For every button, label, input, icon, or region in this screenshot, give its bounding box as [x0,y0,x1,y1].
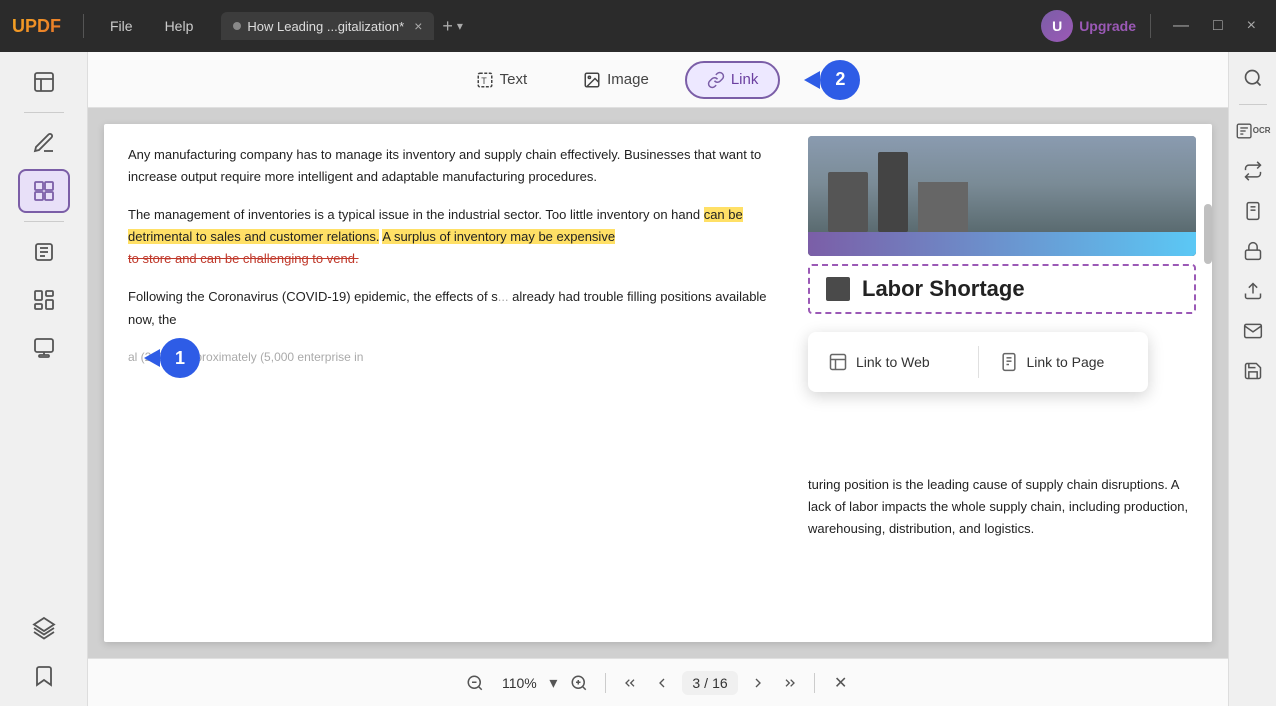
last-page-btn[interactable] [778,671,802,695]
link-dropdown-menu: Link to Web [808,332,1148,392]
zoom-out-btn[interactable] [461,669,489,697]
bottom-separator-2 [814,673,815,693]
labor-shortage-text: Labor Shortage [862,276,1025,302]
highlight-yellow-2: A surplus of inventory may be expensive [382,229,615,244]
sidebar-item-edit[interactable] [18,169,70,213]
sidebar-item-layers[interactable] [18,606,70,650]
callout-2-badge: 2 [820,60,860,100]
labor-shortage-container: Labor Shortage 3 [808,264,1196,314]
page-image [808,136,1196,256]
page-total: 16 [712,675,728,691]
zoom-value: 110% [497,675,541,691]
image-gradient-bar [808,232,1196,256]
menu-file[interactable]: File [98,12,145,40]
paragraph-4: al (2023), approximately (5,000 enterpri… [128,347,768,367]
divider-1 [83,14,84,38]
paragraph-3: Following the Coronavirus (COVID-19) epi… [128,286,768,330]
right-email-icon[interactable] [1235,313,1271,349]
right-divider-1 [1239,104,1267,105]
image-tool-label: Image [607,71,649,88]
sidebar-item-stamp[interactable] [18,326,70,370]
link-to-web-option[interactable]: Link to Web [808,340,978,384]
tab-dropdown-btn[interactable]: ▾ [457,19,463,33]
callout-1-arrow [144,349,160,367]
page-number-display: 3 / 16 [682,671,737,695]
menu-help[interactable]: Help [153,12,206,40]
page-inner: Any manufacturing company has to manage … [104,124,1212,642]
tab-close-btn[interactable]: × [414,18,422,34]
sidebar-item-viewer[interactable] [18,60,70,104]
sidebar-item-bookmark[interactable] [18,654,70,698]
page-right-column: Labor Shortage 3 [792,124,1212,642]
image-tool-btn[interactable]: Image [563,63,669,97]
right-share-icon[interactable] [1235,273,1271,309]
content-area: T Text Image Link [88,52,1228,706]
zoom-display: 110% [497,675,541,691]
link-to-page-label: Link to Page [1027,354,1105,370]
sidebar-item-pages[interactable] [18,230,70,274]
title-bar-right: U Upgrade — □ × [1041,10,1264,42]
ocr-label: OCR [1253,127,1271,135]
edit-toolbar: T Text Image Link [88,52,1228,108]
app-logo: UPDF [12,16,61,37]
labor-icon [826,277,850,301]
right-convert-icon[interactable] [1235,153,1271,189]
tab-dot [233,22,241,30]
right-ocr-icon[interactable]: OCR [1235,113,1271,149]
link-tool-btn[interactable]: Link [685,61,781,99]
callout-1-container: 1 [144,338,200,378]
highlight-red-1: to store and can be challenging to vend. [128,251,359,266]
minimize-btn[interactable]: — [1165,13,1197,39]
tab-area: How Leading ...gitalization* × + ▾ [221,12,1033,40]
upgrade-label: Upgrade [1079,18,1136,34]
page-sep: / [704,675,708,691]
link-to-page-option[interactable]: Link to Page [979,340,1149,384]
right-protect-icon[interactable] [1235,193,1271,229]
zoom-in-btn[interactable] [565,669,593,697]
paragraph-1: Any manufacturing company has to manage … [128,144,768,188]
tab-add-btn[interactable]: + [442,16,453,37]
close-window-btn[interactable]: × [1239,13,1264,39]
main-layout: T Text Image Link [0,52,1276,706]
doc-area: Any manufacturing company has to manage … [88,108,1228,658]
scroll-handle[interactable] [1204,204,1212,264]
prev-page-btn[interactable] [650,671,674,695]
sidebar-item-annotate[interactable] [18,121,70,165]
page-left-column: Any manufacturing company has to manage … [104,124,792,642]
divider-2 [1150,14,1151,38]
right-para-1: turing position is the leading cause of … [808,474,1196,540]
tab-label: How Leading ...gitalization* [247,19,404,34]
bottom-separator-1 [605,673,606,693]
maximize-btn[interactable]: □ [1205,13,1231,39]
sidebar-divider-1 [24,112,64,113]
bottom-close-btn[interactable]: ✕ [827,669,855,697]
sidebar-divider-2 [24,221,64,222]
right-sidebar: OCR [1228,52,1276,706]
sidebar-item-organize[interactable] [18,278,70,322]
pdf-page: Any manufacturing company has to manage … [104,124,1212,642]
user-avatar: U [1041,10,1073,42]
left-sidebar [0,52,88,706]
callout-1-badge: 1 [160,338,200,378]
active-tab[interactable]: How Leading ...gitalization* × [221,12,434,40]
title-bar: UPDF File Help How Leading ...gitalizati… [0,0,1276,52]
text-tool-btn[interactable]: T Text [456,63,548,97]
bottom-toolbar: 110% ▾ [88,658,1228,706]
upgrade-button[interactable]: U Upgrade [1041,10,1136,42]
next-page-btn[interactable] [746,671,770,695]
svg-text:T: T [481,75,487,85]
paragraph-2: The management of inventories is a typic… [128,204,768,270]
link-tool-label: Link [731,71,759,88]
right-save-icon[interactable] [1235,353,1271,389]
page-current: 3 [692,675,700,691]
link-to-web-label: Link to Web [856,354,930,370]
first-page-btn[interactable] [618,671,642,695]
labor-shortage-box[interactable]: Labor Shortage 3 [808,264,1196,314]
right-search-icon[interactable] [1235,60,1271,96]
text-tool-label: Text [500,71,528,88]
right-lock-icon[interactable] [1235,233,1271,269]
zoom-dropdown-btn[interactable]: ▾ [549,673,557,693]
callout-2-arrow [804,71,820,89]
